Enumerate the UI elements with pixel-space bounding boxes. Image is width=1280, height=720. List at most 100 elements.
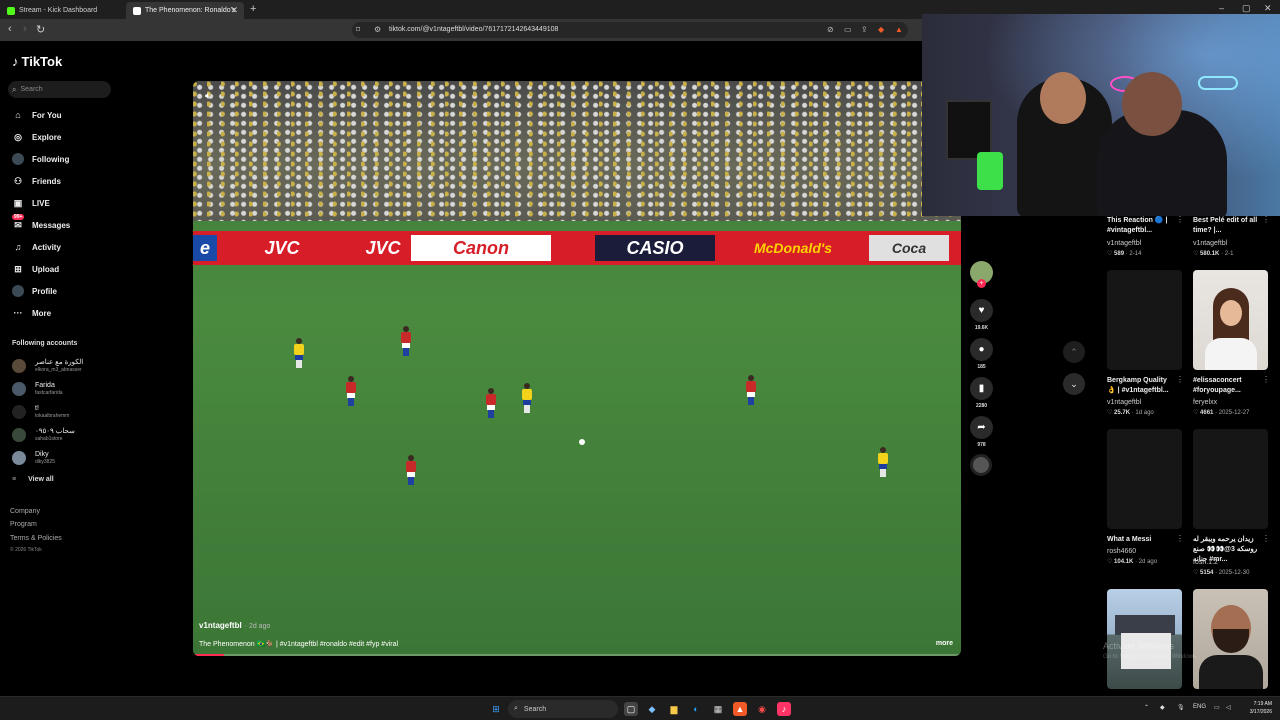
network-icon[interactable]: ▭ bbox=[1214, 704, 1220, 711]
following-account[interactable]: Farida fastcarfarida bbox=[12, 380, 63, 398]
next-video-button[interactable]: ⌄ bbox=[1063, 373, 1085, 395]
share-button[interactable]: ➦ bbox=[970, 416, 993, 439]
rec-title[interactable]: #elissaconcert #foryoupage... bbox=[1193, 376, 1263, 396]
share-arrow-icon: ➦ bbox=[977, 422, 986, 433]
close-tab-icon[interactable]: ✕ bbox=[230, 5, 238, 16]
rec-thumbnail[interactable] bbox=[1193, 429, 1268, 529]
rec-thumbnail[interactable] bbox=[1193, 270, 1268, 370]
edge-icon[interactable]: ◐ bbox=[689, 702, 703, 716]
no-camera-icon[interactable]: ⊘ bbox=[827, 25, 834, 34]
back-icon[interactable]: ‹ bbox=[8, 23, 12, 35]
more-options-icon[interactable]: ⋮ bbox=[1262, 534, 1270, 543]
following-account[interactable]: سحاب ٠٩٥٠٩ sahab1store bbox=[12, 426, 75, 444]
rec-title[interactable]: Best Pelé edit of all time? |... bbox=[1193, 216, 1263, 236]
like-button[interactable]: ♥ bbox=[970, 299, 993, 322]
nav-more[interactable]: ··· More bbox=[12, 306, 52, 320]
nav-upload[interactable]: ⊞ Upload bbox=[12, 262, 59, 276]
chrome-icon[interactable]: ◉ bbox=[755, 702, 769, 716]
file-explorer-icon[interactable]: ▆ bbox=[667, 702, 681, 716]
more-options-icon[interactable]: ⋮ bbox=[1262, 215, 1270, 224]
video-author[interactable]: v1ntageftbl · 2d ago bbox=[199, 621, 270, 630]
heart-icon: ♥ bbox=[978, 305, 985, 316]
neon-sign bbox=[1198, 76, 1238, 90]
rec-title[interactable]: This Reaction 🔵 | #vintageftbl... bbox=[1107, 216, 1177, 236]
following-account[interactable]: Diky diky3825 bbox=[12, 449, 55, 467]
comment-button[interactable]: ● bbox=[970, 338, 993, 361]
account-handle: diky3825 bbox=[35, 459, 56, 465]
following-account[interactable]: الكورة مع عناصر elkora_m3_abnasser bbox=[12, 357, 83, 375]
site-info-icon[interactable]: ⚙ bbox=[374, 25, 381, 34]
rec-thumbnail[interactable] bbox=[1107, 429, 1182, 529]
following-account[interactable]: t! tokaalbrahemm bbox=[12, 403, 69, 421]
save-button[interactable]: ▮ bbox=[970, 377, 993, 400]
footer-company[interactable]: Company bbox=[10, 508, 40, 515]
player-opponent bbox=[485, 388, 496, 418]
tray-app-icon[interactable]: ◆ bbox=[1160, 704, 1165, 711]
volume-icon[interactable]: 🔈︎ bbox=[205, 90, 212, 103]
video-player[interactable]: e JVC JVC Canon CASIO McDonald's Coca 🔈︎… bbox=[193, 81, 961, 656]
rec-user[interactable]: fosh.1.2 bbox=[1193, 559, 1218, 566]
microphone-icon[interactable]: 🎙︎ bbox=[1177, 704, 1185, 711]
nav-explore[interactable]: ◎ Explore bbox=[12, 130, 61, 144]
rec-thumbnail[interactable] bbox=[1107, 270, 1182, 370]
address-bar[interactable]: ⌑ ⚙ tiktok.com/@v1ntageftbl/video/761717… bbox=[352, 22, 908, 38]
rec-thumbnail[interactable] bbox=[1193, 589, 1268, 689]
minimize-button[interactable]: – bbox=[1219, 3, 1224, 13]
search-input[interactable]: ⌕ Search bbox=[8, 81, 111, 98]
rec-user[interactable]: v1ntageftbl bbox=[1107, 240, 1141, 247]
rec-user[interactable]: v1ntageftbl bbox=[1193, 240, 1227, 247]
brave-shield-icon[interactable]: ◆ bbox=[878, 25, 884, 34]
tab-kick-dashboard[interactable]: Stream - Kick Dashboard bbox=[0, 2, 125, 19]
volume-icon[interactable]: ◁ bbox=[1226, 704, 1231, 711]
reader-icon[interactable]: ▭ bbox=[844, 25, 852, 34]
footer-program[interactable]: Program bbox=[10, 521, 37, 528]
copilot-icon[interactable]: ◆ bbox=[645, 702, 659, 716]
share-icon[interactable]: ⇪ bbox=[861, 25, 868, 34]
bookmark-icon[interactable]: ⌑ bbox=[356, 25, 360, 34]
tiktok-logo[interactable]: ♪ TikTok bbox=[12, 54, 62, 69]
taskbar-clock[interactable]: 7:19 AM 3/17/2026 bbox=[1238, 700, 1272, 716]
follow-plus-icon[interactable]: + bbox=[977, 279, 986, 288]
app-icon[interactable]: ♪ bbox=[777, 702, 791, 716]
taskbar-search[interactable]: ⌕ Search bbox=[508, 700, 618, 718]
footer-terms[interactable]: Terms & Policies bbox=[10, 535, 62, 542]
nav-friends[interactable]: ⚇ Friends bbox=[12, 174, 61, 188]
rec-user[interactable]: rosh4660 bbox=[1107, 548, 1136, 555]
language-indicator[interactable]: ENG bbox=[1193, 704, 1206, 710]
sound-disc-icon[interactable] bbox=[970, 454, 992, 476]
search-placeholder: Search bbox=[20, 86, 43, 93]
video-progress-bar[interactable] bbox=[193, 654, 961, 656]
tab-tiktok-video[interactable]: The Phenomenon: Ronaldo's ✕ bbox=[126, 2, 244, 19]
more-options-icon[interactable]: ⋮ bbox=[1176, 534, 1184, 543]
rec-title[interactable]: What a Messi bbox=[1107, 535, 1177, 545]
more-options-icon[interactable]: ⋮ bbox=[1176, 375, 1184, 384]
nav-for-you[interactable]: ⌂ For You bbox=[12, 108, 61, 122]
brave-rewards-icon[interactable]: ▲ bbox=[895, 25, 903, 34]
nav-activity[interactable]: ♫ Activity bbox=[12, 240, 61, 254]
rec-title[interactable]: Bergkamp Quality 👌 | #v1ntageftbl... bbox=[1107, 376, 1177, 396]
brave-browser-icon[interactable]: ▲ bbox=[733, 702, 747, 716]
close-window-button[interactable]: ✕ bbox=[1264, 3, 1272, 14]
nav-profile[interactable]: Profile bbox=[12, 284, 57, 298]
previous-video-button[interactable]: ⌃ bbox=[1063, 341, 1085, 363]
more-options-icon[interactable]: ⋮ bbox=[1176, 215, 1184, 224]
rec-user[interactable]: v1ntageftbl bbox=[1107, 399, 1141, 406]
new-tab-button[interactable]: + bbox=[250, 3, 256, 15]
more-options-icon[interactable]: ⋮ bbox=[1262, 375, 1270, 384]
nav-messages[interactable]: ✉ 99+ Messages bbox=[12, 214, 70, 232]
rec-user[interactable]: feryelxx bbox=[1193, 399, 1217, 406]
task-view-icon[interactable]: ▢ bbox=[624, 702, 638, 716]
chevron-up-icon[interactable]: ⌃ bbox=[1144, 704, 1149, 711]
save-count: 2280 bbox=[975, 403, 988, 409]
nav-following[interactable]: Following bbox=[12, 152, 69, 166]
view-all-link[interactable]: ≡ View all bbox=[12, 476, 54, 483]
creator-avatar[interactable]: + bbox=[970, 261, 993, 288]
more-button[interactable]: more bbox=[936, 640, 953, 647]
reload-icon[interactable]: ↻ bbox=[36, 23, 45, 36]
maximize-button[interactable]: ▢ bbox=[1242, 3, 1251, 14]
forward-icon[interactable]: › bbox=[23, 23, 27, 35]
windows-start-icon[interactable]: ⊞ bbox=[489, 702, 503, 716]
nav-live[interactable]: ▣ LIVE bbox=[12, 196, 50, 210]
rec-thumbnail[interactable] bbox=[1107, 589, 1182, 689]
store-icon[interactable]: ▦ bbox=[711, 702, 725, 716]
